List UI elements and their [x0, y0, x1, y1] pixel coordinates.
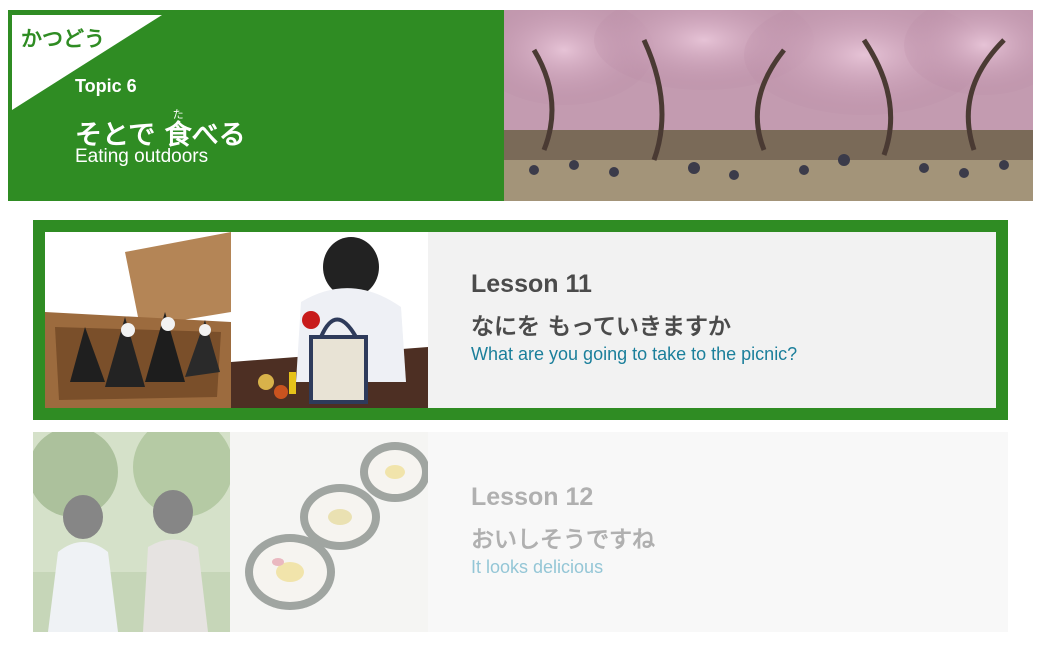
topic-banner: かつどう Topic 6 そとで 食たべる Eating outdoors: [8, 10, 504, 201]
cherry-blossom-photo: [504, 10, 1033, 201]
activity-label: かつどう: [21, 27, 105, 51]
lesson-title-en: It looks delicious: [471, 557, 604, 577]
lesson-title-en: What are you going to take to the picnic…: [471, 344, 798, 364]
lesson-card-inner: Lesson 12 おいしそうですね It looks delicious: [33, 432, 1008, 632]
lesson-number: Lesson 11: [471, 270, 592, 298]
lesson-card-12[interactable]: Lesson 12 おいしそうですね It looks delicious: [33, 432, 1008, 632]
lesson-number: Lesson 12: [471, 483, 594, 511]
lesson-card-inner: Lesson 11 なにを もっていきますか What are you goin…: [45, 232, 996, 408]
sushi-rolls-photo: [230, 432, 428, 632]
topic-subtitle: Eating outdoors: [75, 146, 209, 167]
lesson-card-11[interactable]: Lesson 11 なにを もっていきますか What are you goin…: [33, 220, 1008, 420]
lesson-text: Lesson 11 なにを もっていきますか What are you goin…: [471, 270, 797, 365]
lesson-text: Lesson 12 おいしそうですね It looks delicious: [471, 483, 655, 578]
topic-number: Topic 6: [75, 76, 137, 96]
topic-header: かつどう Topic 6 そとで 食たべる Eating outdoors: [8, 10, 1033, 201]
women-park-photo: [33, 432, 230, 632]
packing-bag-photo: [231, 232, 428, 408]
onigiri-basket-photo: [45, 232, 231, 408]
kanji-reading: た: [164, 108, 192, 121]
lesson-title-jp: おいしそうですね: [471, 527, 655, 553]
lesson-title-jp: なにを もっていきますか: [471, 314, 731, 340]
